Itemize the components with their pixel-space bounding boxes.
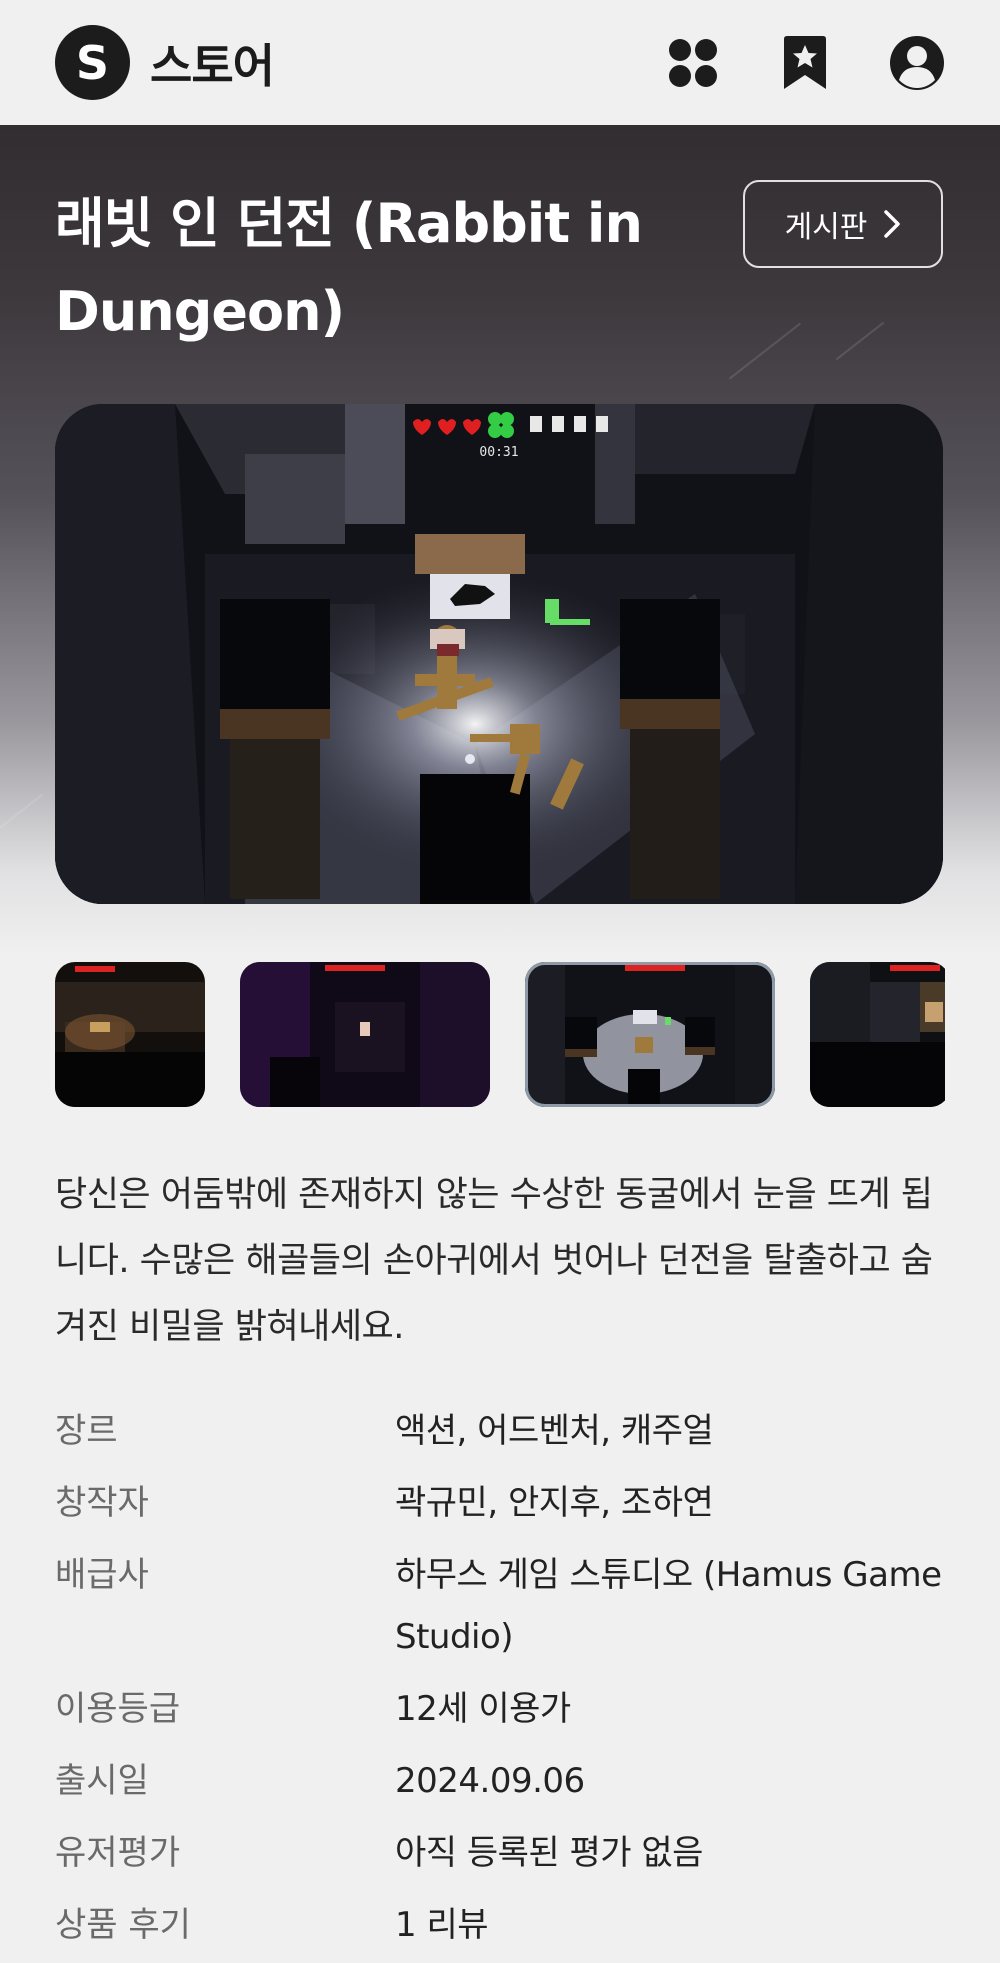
thumbnail-2[interactable]: [240, 962, 490, 1107]
info-label: 이용등급: [55, 1689, 181, 1729]
thumbnail-4[interactable]: [810, 962, 945, 1107]
info-row-release-date: 출시일 2024.09.06: [55, 1750, 945, 1812]
info-value: 액션, 어드벤처, 캐주얼: [395, 1411, 714, 1451]
bookmark-star-icon[interactable]: [777, 35, 833, 91]
info-value: 2024.09.06: [395, 1761, 585, 1801]
thumbnail-3-selected[interactable]: [525, 962, 775, 1107]
info-label: 유저평가: [55, 1833, 181, 1873]
game-info-table: 장르 액션, 어드벤처, 캐주얼 창작자 곽규민, 안지후, 조하연 배급사 하…: [55, 1400, 945, 1963]
info-value: 하무스 게임 스튜디오 (Hamus Game Studio): [395, 1555, 942, 1657]
board-button[interactable]: 게시판: [743, 180, 943, 268]
info-label: 배급사: [55, 1555, 149, 1595]
hud-timer: 00:31: [479, 445, 518, 460]
info-row-genre: 장르 액션, 어드벤처, 캐주얼: [55, 1400, 945, 1462]
info-label: 출시일: [55, 1761, 149, 1801]
reviews-link[interactable]: 1 리뷰: [395, 1894, 945, 1956]
game-description: 당신은 어둠밖에 존재하지 않는 수상한 동굴에서 눈을 뜨게 됩니다. 수많은…: [55, 1175, 933, 1347]
info-value: 12세 이용가: [395, 1689, 571, 1729]
top-bar: S 스토어: [0, 0, 1000, 125]
info-row-creators: 창작자 곽규민, 안지후, 조하연: [55, 1472, 945, 1534]
decor-streak: [0, 793, 44, 839]
info-label: 창작자: [55, 1483, 149, 1523]
game-title: 래빗 인 던전 (Rabbit in Dungeon): [55, 192, 643, 343]
info-value: 곽규민, 안지후, 조하연: [395, 1483, 714, 1523]
main-screenshot[interactable]: 00:31: [55, 404, 943, 904]
game-hero: 래빗 인 던전 (Rabbit in Dungeon) 게시판 00:31: [0, 125, 1000, 955]
info-value: 아직 등록된 평가 없음: [395, 1833, 703, 1873]
info-label: 상품 후기: [55, 1905, 191, 1945]
info-row-reviews[interactable]: 상품 후기 1 리뷰: [55, 1894, 945, 1956]
board-button-label: 게시판: [784, 211, 868, 244]
top-actions: [665, 35, 945, 91]
apps-icon[interactable]: [665, 35, 721, 91]
info-row-publisher: 배급사 하무스 게임 스튜디오 (Hamus Game Studio): [55, 1544, 945, 1668]
chevron-right-icon: [884, 210, 901, 238]
screenshot-thumbnails: [55, 962, 945, 1107]
info-row-user-rating: 유저평가 아직 등록된 평가 없음: [55, 1822, 945, 1884]
store-title[interactable]: 스토어: [150, 30, 275, 96]
store-logo[interactable]: S: [55, 25, 130, 100]
account-icon[interactable]: [889, 35, 945, 91]
info-row-age-rating: 이용등급 12세 이용가: [55, 1678, 945, 1740]
thumbnail-1[interactable]: [55, 962, 205, 1107]
info-label: 장르: [55, 1411, 118, 1451]
decor-streak: [728, 322, 802, 380]
decor-streak: [835, 321, 885, 361]
